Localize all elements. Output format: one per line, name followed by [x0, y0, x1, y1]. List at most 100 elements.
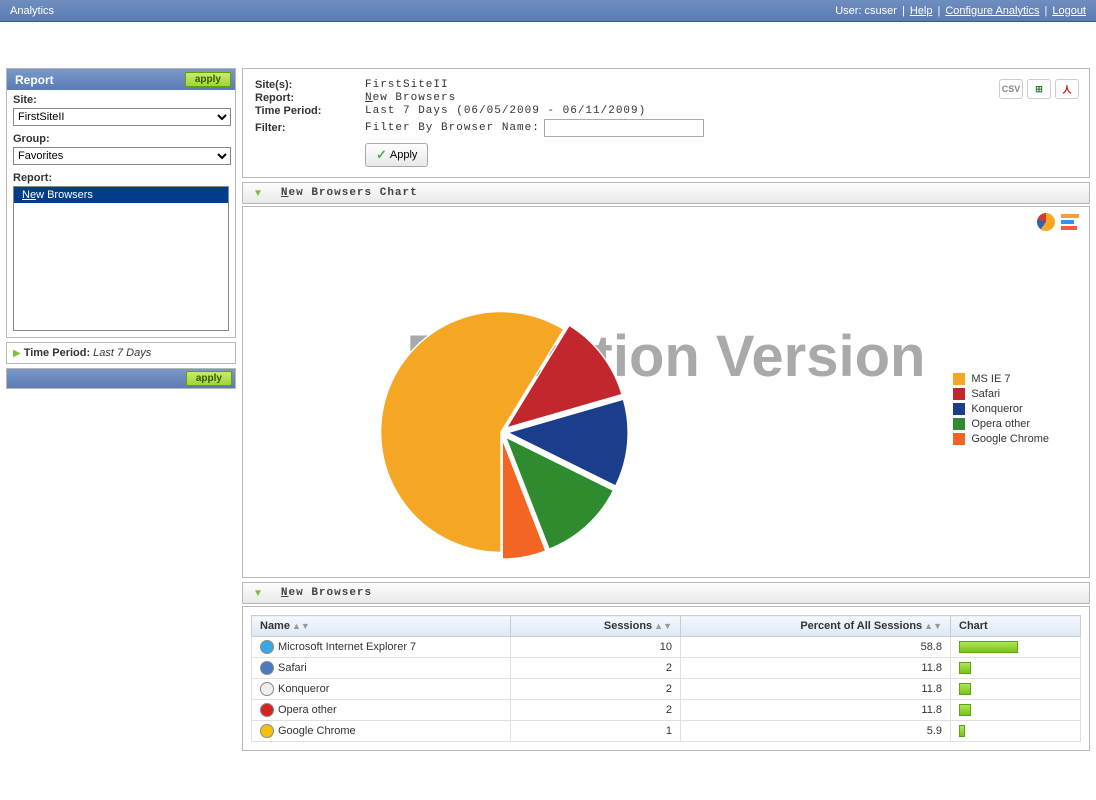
configure-link[interactable]: Configure Analytics: [945, 5, 1039, 17]
row-sessions: 2: [511, 658, 681, 679]
site-label: Site:: [7, 90, 235, 108]
legend-item: MS IE 7: [953, 373, 1049, 385]
browser-icon: [260, 724, 274, 738]
report-panel-title: Report: [15, 73, 54, 87]
row-sessions: 2: [511, 700, 681, 721]
legend-item: Google Chrome: [953, 433, 1049, 445]
row-name: Safari: [278, 662, 307, 674]
table-row: Safari 2 11.8: [252, 658, 1081, 679]
meta-report-value: New BrowsersNew Browsers: [365, 92, 456, 104]
meta-time-value: Last 7 Days (06/05/2009 - 06/11/2009): [365, 105, 646, 117]
row-sessions: 2: [511, 679, 681, 700]
filter-input[interactable]: [544, 119, 704, 137]
export-csv-button[interactable]: CSV: [999, 79, 1023, 99]
time-period-toggle[interactable]: ▶ Time Period: Last 7 Days: [6, 342, 236, 364]
legend-swatch: [953, 373, 965, 385]
row-name: Google Chrome: [278, 725, 356, 737]
mini-bar: [959, 725, 965, 737]
chart-section-title: New Browsers ChartNew Browsers Chart: [281, 187, 418, 199]
user-label: User: csuser: [835, 5, 897, 17]
chevron-down-icon: ▼: [253, 588, 263, 599]
meta-sites-label: Site(s):: [255, 79, 365, 91]
legend-item: Opera other: [953, 418, 1049, 430]
legend-label: Konqueror: [971, 403, 1022, 415]
browser-icon: [260, 640, 274, 654]
chart-section-header[interactable]: ▼ New Browsers ChartNew Browsers Chart: [242, 182, 1090, 204]
time-period-value: Last 7 Days: [93, 347, 151, 359]
site-select[interactable]: FirstSiteII: [13, 108, 231, 126]
sidebar-apply-button-bottom[interactable]: apply: [186, 371, 232, 386]
chevron-right-icon: ▶: [13, 348, 21, 359]
row-sessions: 10: [511, 637, 681, 658]
sidebar: Report apply Site: FirstSiteII Group: Fa…: [0, 62, 236, 751]
check-icon: ✓: [376, 147, 387, 163]
help-link[interactable]: Help: [910, 5, 933, 17]
pie-chart: [361, 292, 641, 572]
row-percent: 11.8: [681, 679, 951, 700]
legend-swatch: [953, 403, 965, 415]
legend-swatch: [953, 418, 965, 430]
chart-legend: MS IE 7 Safari Konqueror Opera other Google …: [953, 373, 1049, 448]
legend-item: Konqueror: [953, 403, 1049, 415]
row-percent: 5.9: [681, 721, 951, 742]
row-percent: 11.8: [681, 700, 951, 721]
legend-label: Safari: [971, 388, 1000, 400]
time-period-label: Time Period:: [24, 347, 90, 359]
col-sessions[interactable]: Sessions▲▼: [511, 616, 681, 637]
row-percent: 11.8: [681, 658, 951, 679]
row-percent: 58.8: [681, 637, 951, 658]
filter-field-label: Filter By Browser Name:: [365, 122, 540, 134]
browser-icon: [260, 703, 274, 717]
meta-report-label: Report:: [255, 92, 365, 104]
report-list-label: Report:: [7, 168, 235, 186]
browser-icon: [260, 661, 274, 675]
row-sessions: 1: [511, 721, 681, 742]
table-section-title: New BrowsersNew Browsers: [281, 587, 372, 599]
browser-icon: [260, 682, 274, 696]
report-list[interactable]: New New BrowsersBrowsers: [13, 186, 229, 331]
table-row: Microsoft Internet Explorer 7 10 58.8: [252, 637, 1081, 658]
topbar: Analytics User: csuser | Help | Configur…: [0, 0, 1096, 22]
data-table: Name▲▼ Sessions▲▼ Percent of All Session…: [251, 615, 1081, 742]
table-row: Konqueror 2 11.8: [252, 679, 1081, 700]
logout-link[interactable]: Logout: [1052, 5, 1086, 17]
legend-label: Opera other: [971, 418, 1030, 430]
pie-chart-icon[interactable]: [1037, 213, 1055, 231]
mini-bar: [959, 641, 1018, 653]
export-pdf-button[interactable]: 人: [1055, 79, 1079, 99]
bar-chart-icon[interactable]: [1061, 213, 1079, 231]
table-section-header[interactable]: ▼ New BrowsersNew Browsers: [242, 582, 1090, 604]
col-name[interactable]: Name▲▼: [252, 616, 511, 637]
report-list-item[interactable]: New New BrowsersBrowsers: [14, 187, 228, 203]
export-xls-button[interactable]: ⊞: [1027, 79, 1051, 99]
excel-icon: ⊞: [1035, 84, 1043, 95]
filter-apply-button[interactable]: ✓ Apply: [365, 143, 428, 167]
filter-apply-label: Apply: [390, 149, 418, 161]
legend-swatch: [953, 433, 965, 445]
table-row: Google Chrome 1 5.9: [252, 721, 1081, 742]
csv-icon: CSV: [1002, 84, 1021, 94]
mini-bar: [959, 662, 971, 674]
chevron-down-icon: ▼: [253, 188, 263, 199]
app-title: Analytics: [10, 5, 54, 17]
meta-filter-label: Filter:: [255, 122, 365, 134]
meta-time-label: Time Period:: [255, 105, 365, 117]
chart-container: Evaluation Version MS IE 7SafariKonquero…: [242, 206, 1090, 578]
row-name: Microsoft Internet Explorer 7: [278, 641, 416, 653]
pdf-icon: 人: [1062, 83, 1071, 96]
legend-item: Safari: [953, 388, 1049, 400]
mini-bar: [959, 683, 971, 695]
meta-sites-value: FirstSiteII: [365, 79, 449, 91]
col-percent[interactable]: Percent of All Sessions▲▼: [681, 616, 951, 637]
legend-label: Google Chrome: [971, 433, 1049, 445]
content: CSV ⊞ 人 Site(s):FirstSiteII Report:New B…: [236, 62, 1096, 751]
row-name: Konqueror: [278, 683, 329, 695]
sidebar-apply-button-top[interactable]: apply: [185, 72, 231, 87]
table-row: Opera other 2 11.8: [252, 700, 1081, 721]
report-panel-head: Report apply: [7, 69, 235, 90]
report-meta: CSV ⊞ 人 Site(s):FirstSiteII Report:New B…: [242, 68, 1090, 178]
col-chart: Chart: [951, 616, 1081, 637]
legend-label: MS IE 7: [971, 373, 1010, 385]
group-select[interactable]: Favorites: [13, 147, 231, 165]
group-label: Group:: [7, 129, 235, 147]
